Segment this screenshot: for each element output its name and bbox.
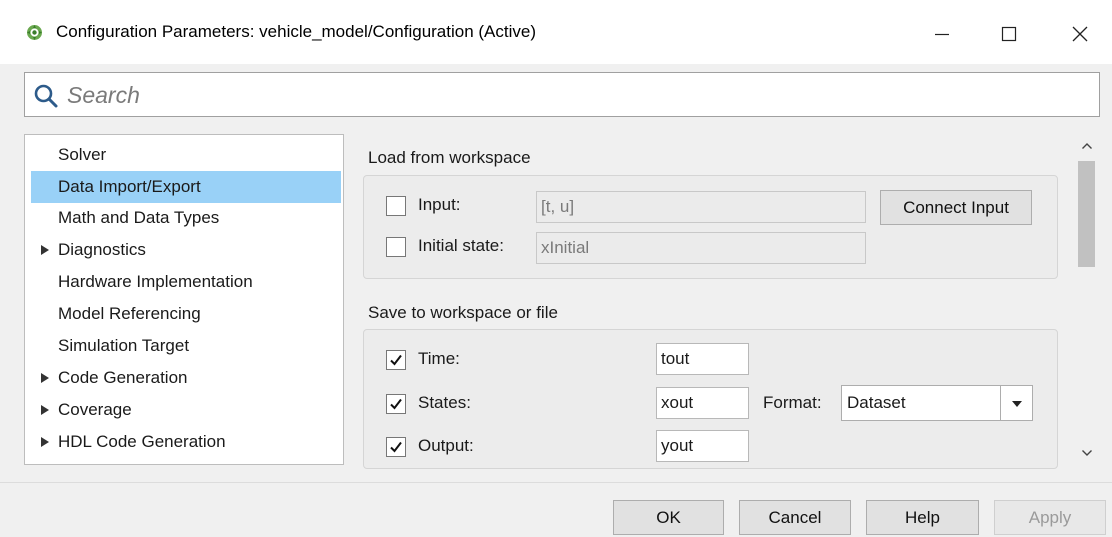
expand-arrow-icon[interactable] [41, 373, 49, 383]
settings-panel: Load from workspace Input: [t, u] Connec… [350, 134, 1072, 469]
close-icon [1072, 26, 1088, 42]
initial-state-checkbox[interactable] [386, 237, 406, 257]
tree-item-label: Code Generation [58, 368, 188, 387]
category-tree: Solver Data Import/Export Math and Data … [24, 134, 344, 465]
checkmark-icon [390, 441, 402, 453]
scroll-up-button[interactable] [1074, 134, 1100, 158]
load-group: Input: [t, u] Connect Input Initial stat… [363, 175, 1058, 279]
save-group: Time: tout States: xout Format: Dataset … [363, 329, 1058, 469]
tree-item-model-referencing[interactable]: Model Referencing [31, 298, 341, 330]
minimize-icon [935, 33, 949, 36]
tree-item-label: Diagnostics [58, 240, 146, 259]
initial-state-label: Initial state: [418, 236, 504, 255]
tree-item-diagnostics[interactable]: Diagnostics [31, 234, 341, 266]
cancel-button[interactable]: Cancel [739, 500, 851, 535]
initial-state-field[interactable]: xInitial [536, 232, 866, 264]
format-label: Format: [763, 393, 822, 412]
expand-arrow-icon[interactable] [41, 437, 49, 447]
save-section-title: Save to workspace or file [368, 303, 558, 322]
title-bar: Configuration Parameters: vehicle_model/… [0, 0, 1112, 64]
tree-item-label: Hardware Implementation [58, 272, 253, 291]
states-label: States: [418, 393, 471, 412]
window-title: Configuration Parameters: vehicle_model/… [56, 22, 537, 41]
tree-item-math-and-data-types[interactable]: Math and Data Types [31, 202, 341, 234]
input-label: Input: [418, 195, 461, 214]
scroll-down-button[interactable] [1074, 441, 1100, 465]
output-field[interactable]: yout [656, 430, 749, 462]
tree-item-label: Model Referencing [58, 304, 201, 323]
tree-item-hardware-implementation[interactable]: Hardware Implementation [31, 266, 341, 298]
checkmark-icon [390, 398, 402, 410]
minimize-button[interactable] [912, 14, 972, 54]
tree-item-hdl-code-generation[interactable]: HDL Code Generation [31, 426, 341, 458]
input-checkbox[interactable] [386, 196, 406, 216]
output-label: Output: [418, 436, 474, 455]
help-button[interactable]: Help [866, 500, 979, 535]
close-button[interactable] [1050, 14, 1110, 54]
tree-item-label: Solver [58, 145, 107, 164]
output-checkbox[interactable] [386, 437, 406, 457]
search-icon [34, 84, 58, 108]
chevron-down-icon [1012, 401, 1022, 407]
time-checkbox[interactable] [386, 350, 406, 370]
simulink-app-icon [27, 25, 42, 40]
format-dropdown[interactable]: Dataset [841, 385, 1033, 421]
format-value: Dataset [847, 393, 906, 412]
tree-item-data-import-export[interactable]: Data Import/Export [31, 171, 341, 203]
tree-item-solver[interactable]: Solver [31, 139, 341, 171]
maximize-icon [1001, 26, 1017, 42]
vertical-scrollbar[interactable] [1074, 134, 1100, 465]
tree-item-label: Math and Data Types [58, 208, 220, 227]
search-input[interactable] [67, 79, 1087, 111]
load-section-title: Load from workspace [368, 148, 531, 167]
tree-item-label: Coverage [58, 400, 132, 419]
tree-item-label: Data Import/Export [58, 177, 201, 196]
expand-arrow-icon[interactable] [41, 245, 49, 255]
chevron-up-icon [1082, 143, 1092, 149]
tree-item-coverage[interactable]: Coverage [31, 394, 341, 426]
checkmark-icon [390, 354, 402, 366]
states-field[interactable]: xout [656, 387, 749, 419]
tree-item-label: Simulation Target [58, 336, 190, 355]
time-label: Time: [418, 349, 460, 368]
chevron-down-icon [1082, 450, 1092, 456]
input-field[interactable]: [t, u] [536, 191, 866, 223]
footer-divider [0, 482, 1112, 483]
scroll-thumb[interactable] [1078, 161, 1095, 267]
apply-button[interactable]: Apply [994, 500, 1106, 535]
states-checkbox[interactable] [386, 394, 406, 414]
maximize-button[interactable] [979, 14, 1039, 54]
tree-item-code-generation[interactable]: Code Generation [31, 362, 341, 394]
ok-button[interactable]: OK [613, 500, 724, 535]
dropdown-arrow-button[interactable] [1000, 386, 1032, 420]
expand-arrow-icon[interactable] [41, 405, 49, 415]
time-field[interactable]: tout [656, 343, 749, 375]
tree-item-simulation-target[interactable]: Simulation Target [31, 330, 341, 362]
connect-input-button[interactable]: Connect Input [880, 190, 1032, 225]
search-box[interactable] [24, 72, 1100, 117]
tree-item-label: HDL Code Generation [58, 432, 226, 451]
